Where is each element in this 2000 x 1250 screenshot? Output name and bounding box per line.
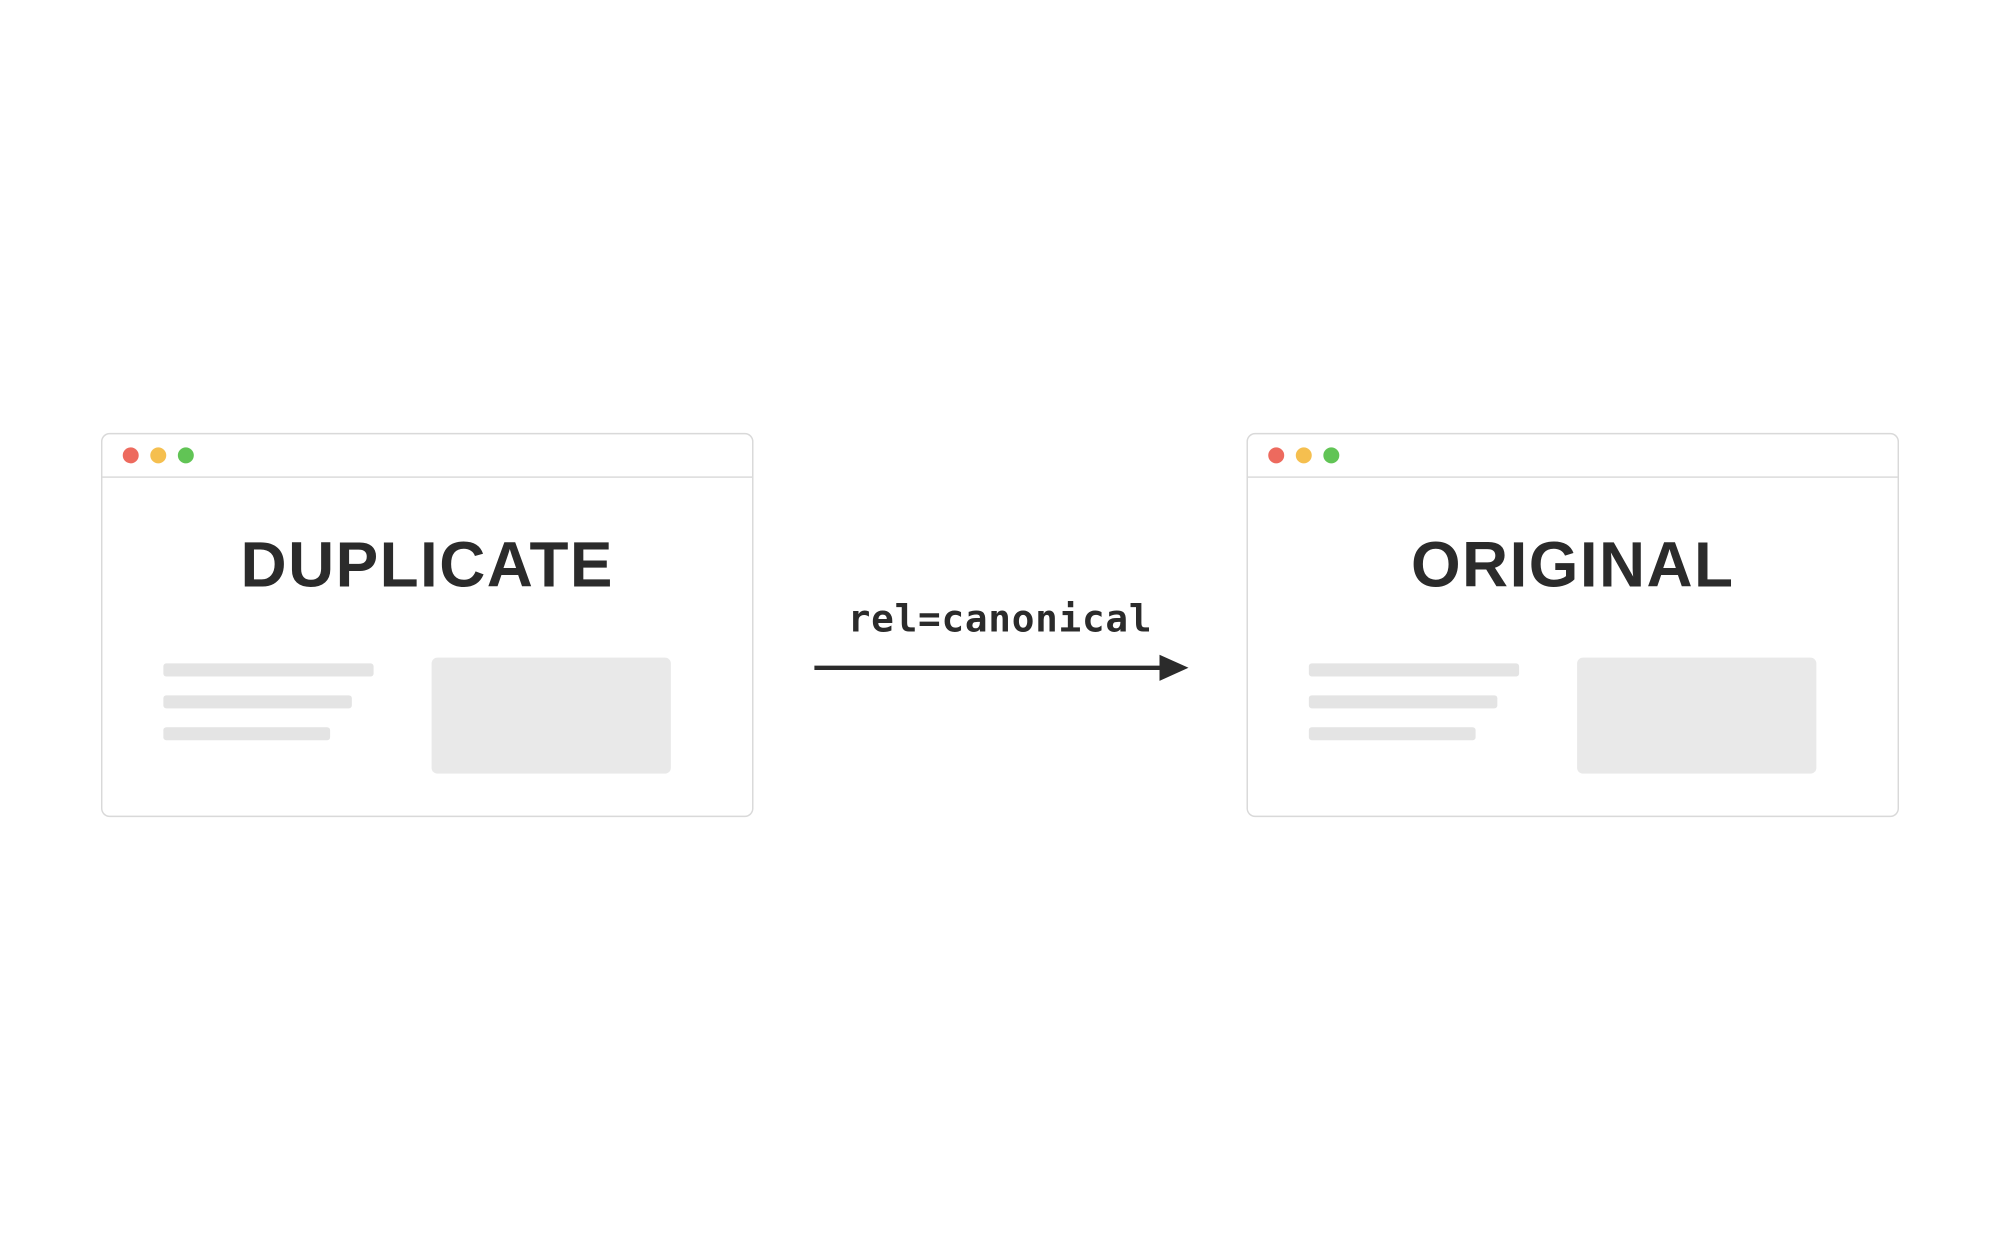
minimize-icon	[1296, 447, 1312, 463]
text-placeholder	[1309, 658, 1519, 741]
arrow-label: rel=canonical	[848, 597, 1153, 641]
placeholder-line	[1309, 663, 1519, 676]
content-placeholder	[163, 658, 691, 774]
window-content: ORIGINAL	[1248, 478, 1898, 803]
image-placeholder	[1577, 658, 1816, 774]
placeholder-line	[163, 663, 373, 676]
page-title: DUPLICATE	[163, 530, 691, 603]
maximize-icon	[1323, 447, 1339, 463]
placeholder-line	[1309, 695, 1498, 708]
canonical-arrow: rel=canonical	[812, 597, 1189, 684]
placeholder-line	[1309, 727, 1476, 740]
arrow-icon	[812, 650, 1189, 685]
page-title: ORIGINAL	[1309, 530, 1837, 603]
duplicate-window: DUPLICATE	[101, 433, 754, 817]
text-placeholder	[163, 658, 373, 741]
window-titlebar	[102, 434, 752, 478]
window-content: DUPLICATE	[102, 478, 752, 803]
content-placeholder	[1309, 658, 1837, 774]
image-placeholder	[432, 658, 671, 774]
canonical-diagram: DUPLICATE rel=canonical ORIGINA	[101, 433, 1899, 817]
close-icon	[1268, 447, 1284, 463]
placeholder-line	[163, 695, 352, 708]
original-window: ORIGINAL	[1247, 433, 1900, 817]
window-titlebar	[1248, 434, 1898, 478]
placeholder-line	[163, 727, 330, 740]
minimize-icon	[150, 447, 166, 463]
close-icon	[123, 447, 139, 463]
maximize-icon	[178, 447, 194, 463]
